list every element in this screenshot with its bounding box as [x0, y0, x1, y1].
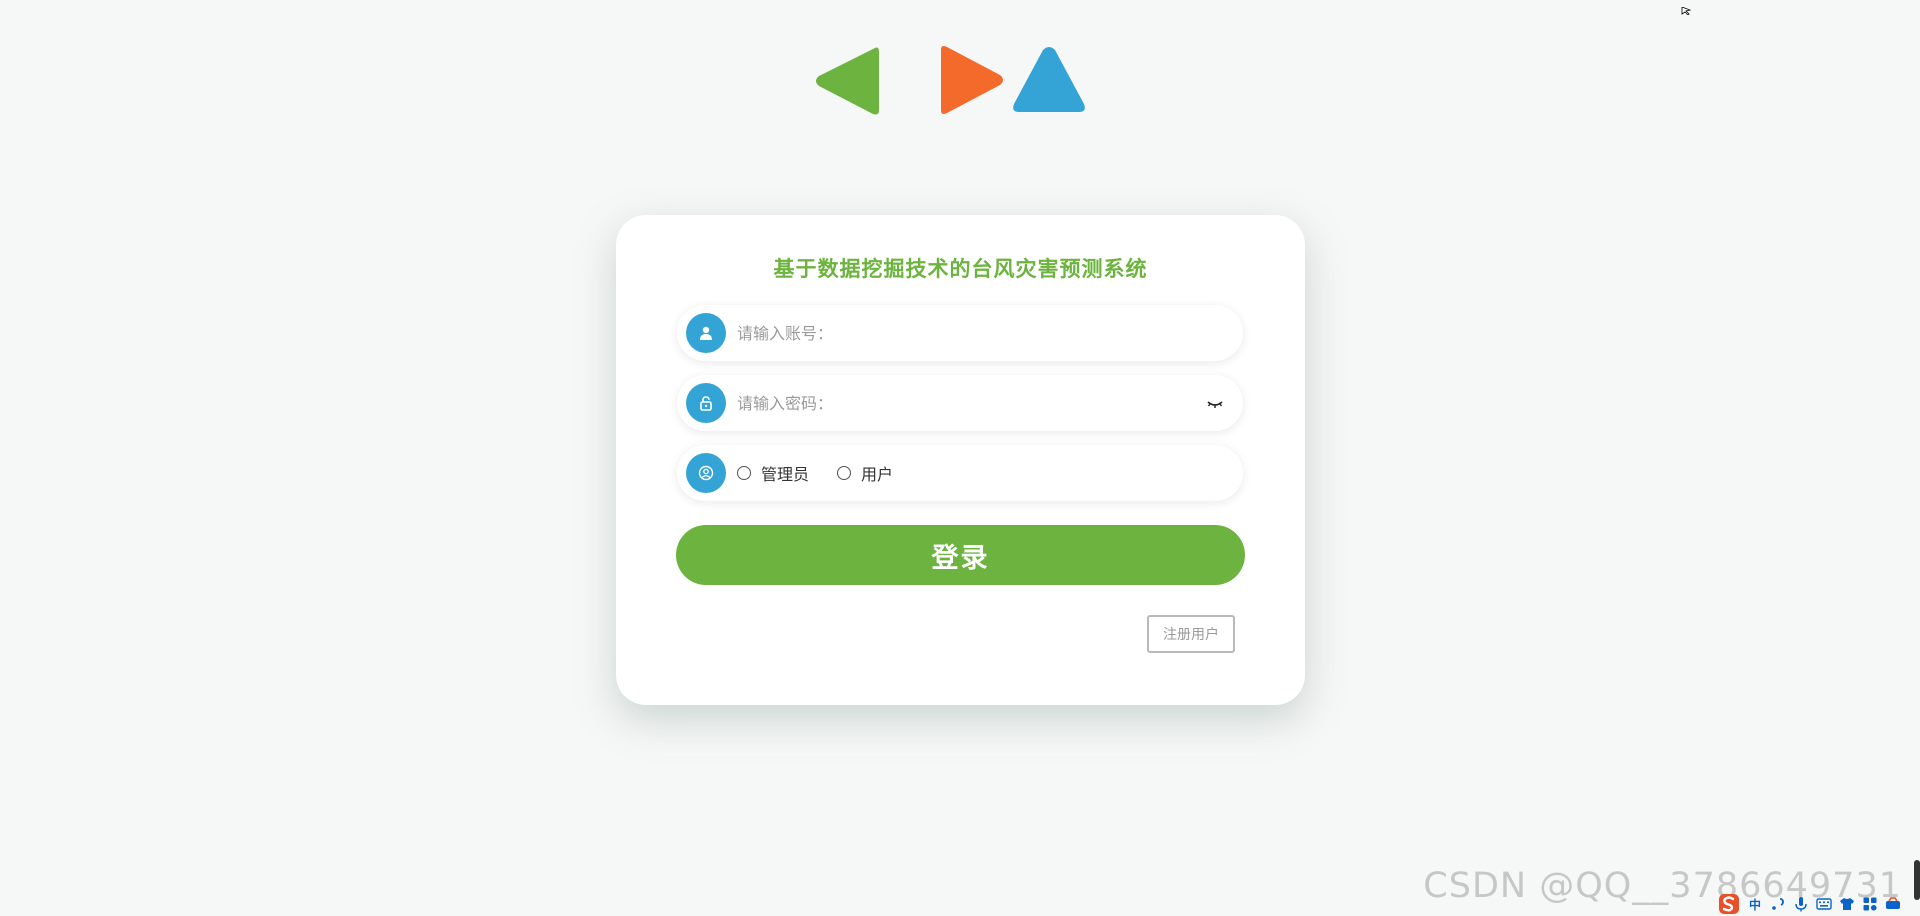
- login-card: 基于数据挖掘技术的台风灾害预测系统 请输入账号： 管理员 用户 登录 注册用户: [616, 215, 1305, 705]
- login-page: 基于数据挖掘技术的台风灾害预测系统 请输入账号： 管理员 用户 登录 注册用户 …: [0, 0, 1920, 916]
- ime-toolbar: 中: [1718, 892, 1920, 916]
- app-logo: [813, 44, 1088, 118]
- user-circle-icon: [686, 453, 726, 493]
- microphone-icon[interactable]: [1792, 895, 1810, 913]
- password-field: [677, 375, 1243, 431]
- role-radio-group: 管理员 用户: [737, 445, 921, 501]
- register-button[interactable]: 注册用户: [1147, 615, 1235, 653]
- user-icon: [686, 313, 726, 353]
- username-field: [677, 305, 1243, 361]
- role-user-radio[interactable]: [837, 466, 852, 480]
- skin-icon[interactable]: [1838, 895, 1856, 913]
- role-option-user[interactable]: 用户: [837, 461, 893, 485]
- keyboard-icon[interactable]: [1815, 895, 1833, 913]
- lock-icon: [686, 383, 726, 423]
- sogou-logo-icon[interactable]: [1718, 893, 1740, 915]
- ime-chinese-icon[interactable]: 中: [1746, 895, 1764, 913]
- role-admin-radio[interactable]: [737, 466, 751, 480]
- mouse-cursor-icon: [1681, 0, 1695, 16]
- role-field: 管理员 用户: [677, 445, 1243, 501]
- punctuation-icon[interactable]: [1769, 895, 1787, 913]
- role-option-admin[interactable]: 管理员: [737, 461, 809, 485]
- logo-left-triangle-icon: [816, 47, 879, 115]
- tools-icon[interactable]: [1884, 895, 1902, 913]
- login-button[interactable]: 登录: [676, 525, 1245, 585]
- username-input[interactable]: [737, 305, 1197, 361]
- logo-right-triangle-icon: [941, 46, 1003, 114]
- eye-closed-icon[interactable]: [1205, 393, 1225, 413]
- role-user-label: 用户: [861, 465, 894, 484]
- role-admin-label: 管理员: [761, 465, 810, 484]
- page-title: 基于数据挖掘技术的台风灾害预测系统: [773, 257, 1148, 281]
- logo-up-triangle-icon: [1013, 47, 1085, 112]
- password-input[interactable]: [737, 375, 1197, 431]
- apps-icon[interactable]: [1861, 895, 1879, 913]
